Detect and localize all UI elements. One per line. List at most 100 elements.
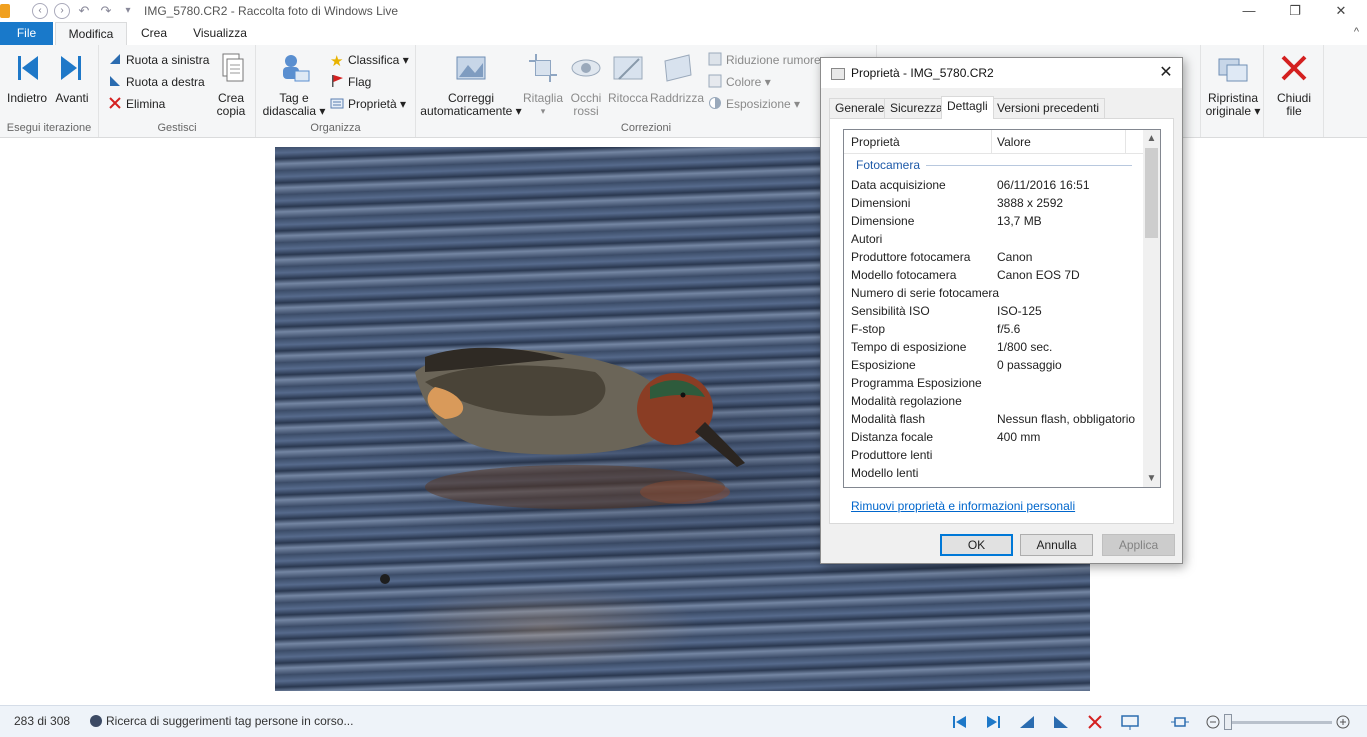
ritaglia-button[interactable]: Ritaglia ▾ — [522, 51, 564, 118]
crea-copia-button[interactable]: Crea copia — [211, 51, 251, 118]
property-name: Autori — [851, 232, 883, 246]
property-row[interactable]: Esposizione 0 passaggio — [844, 356, 1144, 374]
property-row[interactable]: Programma Esposizione — [844, 374, 1144, 392]
flag-button[interactable]: Flag — [330, 72, 371, 92]
riduzione-rumore-button[interactable]: Riduzione rumore — [708, 50, 821, 70]
property-row[interactable]: Modello lenti — [844, 464, 1144, 482]
ritocca-button[interactable]: Ritocca — [608, 51, 648, 105]
ruota-sinistra-button[interactable]: Ruota a sinistra — [108, 50, 209, 70]
property-row[interactable]: Numero di serie fotocamera — [844, 284, 1144, 302]
tab-modifica[interactable]: Modifica — [55, 22, 127, 45]
column-header-value[interactable]: Valore — [997, 135, 1031, 149]
rotate-right-status-icon[interactable] — [1051, 713, 1071, 731]
property-row[interactable]: Produttore lenti — [844, 446, 1144, 464]
property-row[interactable]: F-stop f/5.6 — [844, 320, 1144, 338]
property-value: 13,7 MB — [997, 214, 1042, 228]
column-header-property[interactable]: Proprietà — [851, 135, 900, 149]
back-icon[interactable]: ‹ — [32, 3, 48, 19]
column-separator[interactable] — [991, 130, 992, 154]
fit-to-window-icon[interactable] — [1170, 713, 1190, 731]
tab-crea[interactable]: Crea — [130, 22, 178, 45]
chiudi-file-button[interactable]: Chiudi file — [1266, 51, 1322, 118]
proprieta-button[interactable]: Proprietà ▾ — [330, 94, 406, 114]
raddrizza-button[interactable]: Raddrizza — [650, 51, 704, 105]
tab-file[interactable]: File — [0, 22, 53, 45]
group-iterazione: Indietro Avanti Esegui iterazione — [0, 45, 99, 137]
tab-visualizza[interactable]: Visualizza — [182, 22, 258, 45]
customize-qat-icon[interactable]: ▾ — [120, 3, 136, 19]
property-value: Nessun flash, obbligatorio — [997, 412, 1136, 426]
undo-icon[interactable]: ↶ — [76, 3, 92, 19]
property-row[interactable]: Modalità regolazione — [844, 392, 1144, 410]
rotate-right-icon — [110, 76, 120, 86]
property-row[interactable]: Dimensione 13,7 MB — [844, 212, 1144, 230]
scroll-up-icon[interactable]: ▲ — [1143, 130, 1160, 147]
scroll-down-icon[interactable]: ▼ — [1143, 470, 1160, 487]
app-icon[interactable] — [0, 4, 10, 18]
ruota-destra-button[interactable]: Ruota a destra — [108, 72, 205, 92]
slideshow-icon[interactable] — [1120, 713, 1140, 731]
occhi-rossi-button[interactable]: Occhi rossi — [566, 51, 606, 118]
next-photo-icon[interactable] — [983, 713, 1003, 731]
scrollbar-thumb[interactable] — [1145, 148, 1158, 238]
ok-button[interactable]: OK — [940, 534, 1013, 556]
restore-button[interactable]: ❐ — [1272, 0, 1318, 22]
tag-didascalia-button[interactable]: Tag e didascalia ▾ — [262, 51, 326, 118]
esposizione-button[interactable]: Esposizione ▾ — [708, 94, 800, 114]
correggi-button[interactable]: Correggi automaticamente ▾ — [418, 51, 524, 118]
straighten-icon — [664, 54, 692, 82]
elimina-button[interactable]: Elimina — [108, 94, 165, 114]
property-row[interactable]: Distanza focale 400 mm — [844, 428, 1144, 446]
remove-properties-link[interactable]: Rimuovi proprietà e informazioni persona… — [851, 499, 1075, 513]
property-row[interactable]: Dimensioni 3888 x 2592 — [844, 194, 1144, 212]
properties-list[interactable]: Proprietà Valore Fotocamera Data acquisi… — [843, 129, 1161, 488]
details-panel: Proprietà Valore Fotocamera Data acquisi… — [829, 118, 1174, 524]
property-row[interactable]: Modalità flash Nessun flash, obbligatorio — [844, 410, 1144, 428]
property-row[interactable]: Tempo di esposizione 1/800 sec. — [844, 338, 1144, 356]
zoom-out-icon[interactable] — [1204, 713, 1224, 731]
column-separator[interactable] — [1125, 130, 1126, 154]
dialog-close-button[interactable]: ✕ — [1150, 58, 1182, 88]
colore-button[interactable]: Colore ▾ — [708, 72, 771, 92]
property-value: Canon — [997, 250, 1033, 264]
zoom-in-icon[interactable] — [1334, 713, 1354, 731]
copy-icon — [222, 53, 244, 82]
annulla-button[interactable]: Annulla — [1020, 534, 1093, 556]
delete-icon — [109, 97, 121, 109]
ripristina-originale-button[interactable]: Ripristina originale ▾ — [1203, 51, 1263, 118]
property-row[interactable]: Produttore fotocamera Canon — [844, 248, 1144, 266]
crea-copia-label-2: copia — [216, 104, 246, 118]
ribbon-collapse-icon[interactable]: ^ — [1354, 26, 1359, 38]
property-row[interactable]: Autori — [844, 230, 1144, 248]
property-name: Produttore lenti — [851, 448, 933, 462]
redo-icon[interactable]: ↷ — [98, 3, 114, 19]
classifica-button[interactable]: ★ Classifica ▾ — [330, 50, 409, 70]
close-window-button[interactable]: ✕ — [1318, 0, 1364, 22]
tab-versioni-precedenti[interactable]: Versioni precedenti — [991, 98, 1106, 118]
property-value: Canon EOS 7D — [997, 268, 1080, 282]
first-photo-icon[interactable] — [950, 713, 970, 731]
applica-button[interactable]: Applica — [1102, 534, 1175, 556]
status-message: Ricerca di suggerimenti tag persone in c… — [90, 714, 353, 728]
rotate-left-status-icon[interactable] — [1017, 713, 1037, 731]
properties-dialog: Proprietà - IMG_5780.CR2 ✕ Generale Sicu… — [820, 57, 1183, 564]
zoom-slider[interactable] — [1224, 714, 1332, 730]
avanti-button[interactable]: Avanti — [51, 51, 93, 105]
tab-dettagli[interactable]: Dettagli — [941, 96, 994, 119]
minimize-button[interactable]: — — [1226, 0, 1272, 22]
forward-icon[interactable]: › — [54, 3, 70, 19]
property-row[interactable]: Sensibilità ISO ISO-125 — [844, 302, 1144, 320]
zoom-slider-thumb[interactable] — [1224, 714, 1232, 730]
property-name: Programma Esposizione — [851, 376, 982, 390]
delete-status-icon[interactable] — [1085, 713, 1105, 731]
indietro-button[interactable]: Indietro — [4, 51, 50, 105]
property-row[interactable]: Data acquisizione 06/11/2016 16:51 — [844, 176, 1144, 194]
correggi-label-2: automaticamente ▾ — [420, 104, 522, 118]
tab-sicurezza[interactable]: Sicurezza — [884, 98, 949, 118]
ribbon-tabs: File Modifica Crea Visualizza ^ — [0, 22, 1367, 45]
properties-scrollbar[interactable]: ▲ ▼ — [1143, 130, 1160, 487]
tab-generale[interactable]: Generale — [829, 98, 891, 118]
photo-counter: 283 di 308 — [14, 714, 71, 728]
property-row[interactable]: Modello fotocamera Canon EOS 7D — [844, 266, 1144, 284]
properties-icon — [330, 98, 344, 109]
